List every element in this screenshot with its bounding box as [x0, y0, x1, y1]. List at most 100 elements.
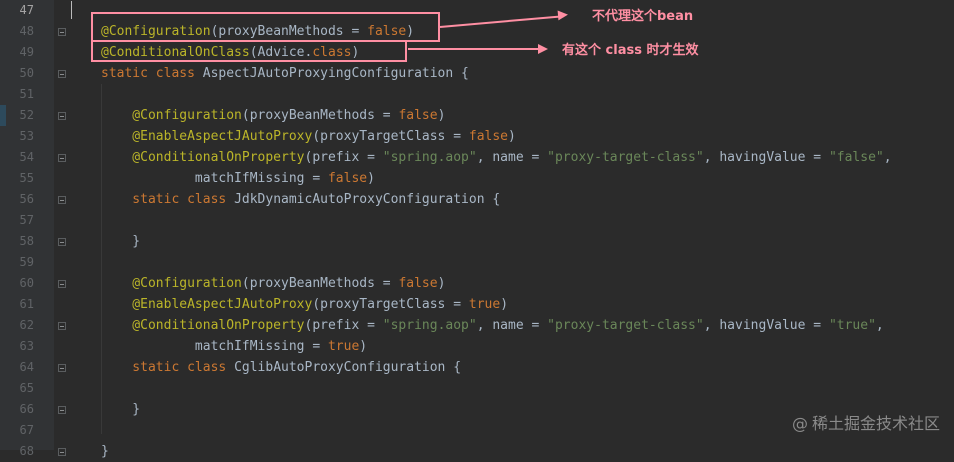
code-token: JdkDynamicAutoProxyConfiguration { [234, 192, 501, 207]
line-number: 65 [19, 381, 34, 395]
line-number: 49 [19, 45, 34, 59]
code-line[interactable]: @Configuration(proxyBeanMethods = false) [101, 105, 445, 126]
code-token: @EnableAspectJAutoProxy [101, 129, 313, 144]
code-token: "false" [828, 150, 884, 165]
code-token: CglibAutoProxyConfiguration { [234, 360, 462, 375]
code-token: false [468, 129, 509, 144]
code-line[interactable]: @ConditionalOnProperty(prefix = "spring.… [101, 147, 892, 168]
line-number: 57 [19, 213, 34, 227]
code-token: true [468, 297, 501, 312]
code-line[interactable]: static class CglibAutoProxyConfiguration… [101, 357, 461, 378]
line-number: 55 [19, 171, 34, 185]
callout-box-conditional [91, 40, 407, 62]
fold-column [54, 0, 72, 450]
line-number: 67 [19, 423, 34, 437]
code-token: static class [101, 66, 203, 81]
line-number: 51 [19, 87, 34, 101]
callout-label-1: 不代理这个bean [592, 9, 694, 24]
code-token: matchIfMissing = [101, 339, 328, 354]
code-token: "proxy-target-class" [547, 318, 704, 333]
fold-icon[interactable] [58, 322, 66, 330]
watermark-text: 稀土掘金技术社区 [811, 414, 940, 433]
line-number: 58 [19, 234, 34, 248]
code-token: , [883, 150, 892, 165]
code-token: @Configuration [101, 108, 242, 123]
line-number: 62 [19, 318, 34, 332]
code-token: (proxyTargetClass = [312, 297, 469, 312]
code-token: ) [437, 276, 446, 291]
at-icon: @ [791, 414, 808, 433]
code-line[interactable]: matchIfMissing = false) [101, 168, 375, 189]
code-line[interactable]: @ConditionalOnProperty(prefix = "spring.… [101, 315, 884, 336]
code-token: "true" [828, 318, 876, 333]
code-line[interactable]: matchIfMissing = true) [101, 336, 367, 357]
line-number: 52 [19, 108, 34, 122]
code-line[interactable]: } [101, 231, 140, 252]
code-token: true [327, 339, 360, 354]
code-token: "proxy-target-class" [547, 150, 704, 165]
code-token: } [101, 444, 109, 459]
code-line[interactable]: } [101, 399, 140, 420]
code-token: ) [437, 108, 446, 123]
code-token: static class [101, 192, 235, 207]
callout-arrow-2 [408, 48, 542, 50]
line-number: 53 [19, 129, 34, 143]
code-token: matchIfMissing = [101, 171, 328, 186]
line-number: 48 [19, 24, 34, 38]
code-line[interactable]: static class AspectJAutoProxyingConfigur… [101, 63, 469, 84]
code-line[interactable]: static class JdkDynamicAutoProxyConfigur… [101, 189, 500, 210]
code-token: } [101, 234, 141, 249]
code-token: @ConditionalOnProperty [101, 150, 305, 165]
callout-arrowhead-2 [538, 44, 548, 54]
line-number: 61 [19, 297, 34, 311]
code-token: (proxyBeanMethods = [241, 276, 399, 291]
fold-icon[interactable] [58, 28, 66, 36]
code-line[interactable]: @EnableAspectJAutoProxy(proxyTargetClass… [101, 126, 516, 147]
code-token: @EnableAspectJAutoProxy [101, 297, 313, 312]
code-token: , [875, 318, 884, 333]
code-line[interactable]: @Configuration(proxyBeanMethods = false) [101, 273, 445, 294]
code-token: , name = [476, 150, 548, 165]
code-token: , havingValue = [703, 318, 829, 333]
code-token: false [327, 171, 368, 186]
fold-icon[interactable] [58, 448, 66, 456]
line-number: 50 [19, 66, 34, 80]
code-token: } [101, 402, 141, 417]
line-number: 54 [19, 150, 34, 164]
code-token: (proxyTargetClass = [312, 129, 469, 144]
code-token: ) [500, 297, 509, 312]
callout-box-configuration [91, 12, 440, 42]
fold-icon[interactable] [58, 112, 66, 120]
code-token: static class [101, 360, 235, 375]
code-line[interactable]: } [101, 441, 109, 462]
code-token: (prefix = [304, 318, 383, 333]
fold-icon[interactable] [58, 364, 66, 372]
code-token: @ConditionalOnProperty [101, 318, 305, 333]
callout-label-2: 有这个 class 时才生效 [562, 43, 699, 58]
fold-icon[interactable] [58, 154, 66, 162]
text-cursor [71, 1, 72, 19]
code-token: ) [367, 171, 375, 186]
fold-icon[interactable] [58, 70, 66, 78]
line-number: 63 [19, 339, 34, 353]
fold-icon[interactable] [58, 238, 66, 246]
line-number: 59 [19, 255, 34, 269]
code-token: "spring.aop" [382, 318, 477, 333]
watermark: @ 稀土掘金技术社区 [792, 410, 940, 434]
code-token: "spring.aop" [382, 150, 477, 165]
code-token: , havingValue = [703, 150, 829, 165]
line-number: 60 [19, 276, 34, 290]
line-number: 47 [19, 3, 34, 17]
line-number: 56 [19, 192, 34, 206]
code-token: , name = [476, 318, 548, 333]
line-number: 68 [19, 444, 34, 458]
fold-icon[interactable] [58, 280, 66, 288]
code-token: (prefix = [304, 150, 383, 165]
callout-arrow-1 [439, 15, 564, 28]
code-token: AspectJAutoProxyingConfiguration { [202, 66, 469, 81]
code-line[interactable]: @EnableAspectJAutoProxy(proxyTargetClass… [101, 294, 508, 315]
code-token: false [398, 108, 438, 123]
code-token: (proxyBeanMethods = [241, 108, 399, 123]
fold-icon[interactable] [58, 196, 66, 204]
fold-icon[interactable] [58, 406, 66, 414]
